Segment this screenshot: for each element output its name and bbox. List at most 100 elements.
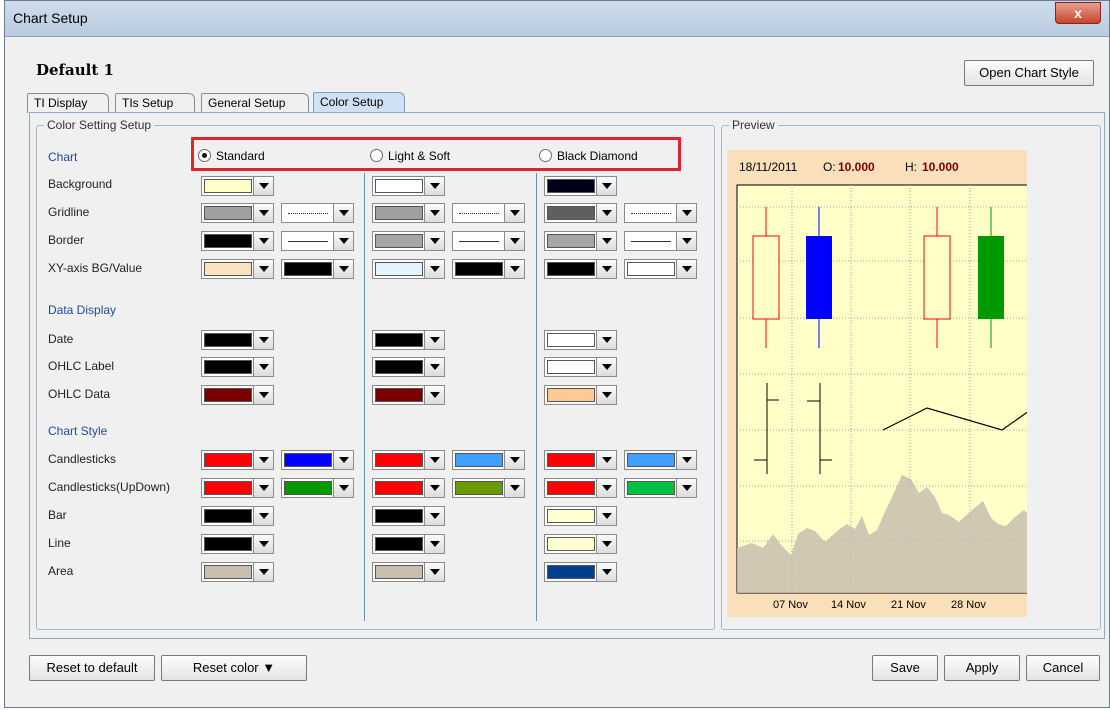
light-soft-candlesticks-color-2[interactable]	[452, 450, 525, 470]
dropdown-arrow-icon[interactable]	[504, 232, 524, 250]
standard-xy-axis-color-1[interactable]	[201, 259, 274, 279]
standard-border-line-style[interactable]	[281, 231, 354, 251]
black-diamond-gridline-color[interactable]	[544, 203, 617, 223]
dropdown-arrow-icon[interactable]	[253, 479, 273, 497]
reset-to-default-button[interactable]: Reset to default	[29, 655, 155, 681]
dropdown-arrow-icon[interactable]	[333, 451, 353, 469]
black-diamond-border-color[interactable]	[544, 231, 617, 251]
black-diamond-candlesticks-updown-color-1[interactable]	[544, 478, 617, 498]
dropdown-arrow-icon[interactable]	[596, 386, 616, 404]
light-soft-ohlc-data-color[interactable]	[372, 385, 445, 405]
tab-color-setup[interactable]: Color Setup	[313, 92, 405, 113]
dropdown-arrow-icon[interactable]	[676, 204, 696, 222]
dropdown-arrow-icon[interactable]	[676, 479, 696, 497]
light-soft-xy-axis-color-1[interactable]	[372, 259, 445, 279]
standard-candlesticks-updown-color-2[interactable]	[281, 478, 354, 498]
radio-black-diamond-label[interactable]: Black Diamond	[557, 149, 638, 163]
dropdown-arrow-icon[interactable]	[253, 260, 273, 278]
dropdown-arrow-icon[interactable]	[253, 563, 273, 581]
black-diamond-xy-axis-color-1[interactable]	[544, 259, 617, 279]
light-soft-ohlc-label-color[interactable]	[372, 357, 445, 377]
dropdown-arrow-icon[interactable]	[424, 507, 444, 525]
light-soft-area-color[interactable]	[372, 562, 445, 582]
cancel-button[interactable]: Cancel	[1026, 655, 1100, 681]
dropdown-arrow-icon[interactable]	[596, 260, 616, 278]
standard-xy-axis-color-2[interactable]	[281, 259, 354, 279]
dropdown-arrow-icon[interactable]	[424, 535, 444, 553]
standard-gridline-color[interactable]	[201, 203, 274, 223]
standard-ohlc-data-color[interactable]	[201, 385, 274, 405]
light-soft-candlesticks-color-1[interactable]	[372, 450, 445, 470]
light-soft-gridline-line-style[interactable]	[452, 203, 525, 223]
dropdown-arrow-icon[interactable]	[424, 451, 444, 469]
black-diamond-bar-color[interactable]	[544, 506, 617, 526]
dropdown-arrow-icon[interactable]	[504, 260, 524, 278]
dropdown-arrow-icon[interactable]	[596, 331, 616, 349]
light-soft-background-color[interactable]	[372, 176, 445, 196]
dropdown-arrow-icon[interactable]	[253, 358, 273, 376]
dropdown-arrow-icon[interactable]	[253, 331, 273, 349]
dropdown-arrow-icon[interactable]	[333, 204, 353, 222]
dropdown-arrow-icon[interactable]	[253, 204, 273, 222]
tab-tis-setup[interactable]: TIs Setup	[115, 93, 195, 113]
standard-ohlc-label-color[interactable]	[201, 357, 274, 377]
black-diamond-date-color[interactable]	[544, 330, 617, 350]
dropdown-arrow-icon[interactable]	[596, 563, 616, 581]
light-soft-date-color[interactable]	[372, 330, 445, 350]
close-button[interactable]: x	[1055, 2, 1101, 24]
standard-candlesticks-updown-color-1[interactable]	[201, 478, 274, 498]
dropdown-arrow-icon[interactable]	[596, 535, 616, 553]
dropdown-arrow-icon[interactable]	[424, 232, 444, 250]
dropdown-arrow-icon[interactable]	[424, 563, 444, 581]
dropdown-arrow-icon[interactable]	[676, 232, 696, 250]
dropdown-arrow-icon[interactable]	[333, 260, 353, 278]
open-chart-style-button[interactable]: Open Chart Style	[964, 60, 1094, 86]
standard-border-color[interactable]	[201, 231, 274, 251]
light-soft-candlesticks-updown-color-2[interactable]	[452, 478, 525, 498]
standard-candlesticks-color-1[interactable]	[201, 450, 274, 470]
dropdown-arrow-icon[interactable]	[596, 232, 616, 250]
dropdown-arrow-icon[interactable]	[676, 451, 696, 469]
reset-color-button[interactable]: Reset color ▼	[161, 655, 307, 681]
dropdown-arrow-icon[interactable]	[253, 451, 273, 469]
title-bar[interactable]: Chart Setup x	[5, 1, 1109, 37]
dropdown-arrow-icon[interactable]	[424, 331, 444, 349]
dropdown-arrow-icon[interactable]	[596, 451, 616, 469]
light-soft-candlesticks-updown-color-1[interactable]	[372, 478, 445, 498]
dropdown-arrow-icon[interactable]	[424, 177, 444, 195]
light-soft-line-color[interactable]	[372, 534, 445, 554]
apply-button[interactable]: Apply	[944, 655, 1020, 681]
black-diamond-ohlc-data-color[interactable]	[544, 385, 617, 405]
tab-general-setup[interactable]: General Setup	[201, 93, 309, 113]
tab-ti-display[interactable]: TI Display	[27, 93, 109, 113]
dropdown-arrow-icon[interactable]	[596, 204, 616, 222]
light-soft-border-line-style[interactable]	[452, 231, 525, 251]
standard-date-color[interactable]	[201, 330, 274, 350]
black-diamond-candlesticks-color-2[interactable]	[624, 450, 697, 470]
dropdown-arrow-icon[interactable]	[424, 358, 444, 376]
dropdown-arrow-icon[interactable]	[253, 507, 273, 525]
light-soft-bar-color[interactable]	[372, 506, 445, 526]
black-diamond-line-color[interactable]	[544, 534, 617, 554]
dropdown-arrow-icon[interactable]	[596, 479, 616, 497]
standard-bar-color[interactable]	[201, 506, 274, 526]
radio-light-soft[interactable]	[370, 149, 383, 162]
dropdown-arrow-icon[interactable]	[333, 479, 353, 497]
light-soft-gridline-color[interactable]	[372, 203, 445, 223]
light-soft-xy-axis-color-2[interactable]	[452, 259, 525, 279]
black-diamond-gridline-line-style[interactable]	[624, 203, 697, 223]
dropdown-arrow-icon[interactable]	[504, 451, 524, 469]
dropdown-arrow-icon[interactable]	[253, 232, 273, 250]
dropdown-arrow-icon[interactable]	[424, 204, 444, 222]
dropdown-arrow-icon[interactable]	[424, 479, 444, 497]
dropdown-arrow-icon[interactable]	[596, 358, 616, 376]
radio-black-diamond[interactable]	[539, 149, 552, 162]
radio-light-soft-label[interactable]: Light & Soft	[388, 149, 450, 163]
dropdown-arrow-icon[interactable]	[424, 386, 444, 404]
save-button[interactable]: Save	[872, 655, 938, 681]
dropdown-arrow-icon[interactable]	[253, 535, 273, 553]
radio-standard[interactable]	[198, 149, 211, 162]
black-diamond-ohlc-label-color[interactable]	[544, 357, 617, 377]
black-diamond-border-line-style[interactable]	[624, 231, 697, 251]
standard-line-color[interactable]	[201, 534, 274, 554]
